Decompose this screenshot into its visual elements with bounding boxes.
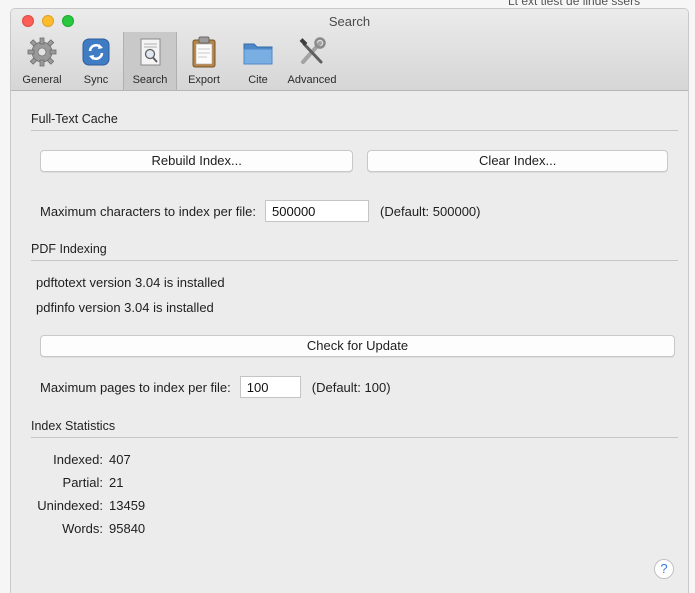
max-chars-row: Maximum characters to index per file: (D… (40, 200, 668, 222)
stat-words-value: 95840 (109, 521, 146, 536)
preferences-toolbar: General Sync Search Export Cite Advanced (15, 32, 339, 90)
background-window-text: Lt ext tiest de linde ssers (508, 0, 641, 8)
stat-partial-label: Partial: (62, 475, 103, 490)
tab-search-label: Search (132, 74, 168, 86)
index-statistics-header: Index Statistics (31, 419, 678, 438)
index-statistics-list: Indexed: 407 Partial: 21 Unindexed: 1345… (11, 448, 668, 540)
clipboard-icon (192, 36, 216, 68)
max-pages-label: Maximum pages to index per file: (40, 379, 231, 395)
pdftotext-status: pdftotext version 3.04 is installed (36, 275, 225, 290)
sync-icon (82, 38, 110, 66)
stat-words-row: Words: 95840 (11, 517, 668, 540)
tab-general[interactable]: General (15, 32, 69, 90)
stat-words-label: Words: (62, 521, 103, 536)
tab-advanced[interactable]: Advanced (285, 32, 339, 90)
pdf-indexing-header: PDF Indexing (31, 242, 678, 261)
max-chars-default: (Default: 500000) (380, 203, 481, 219)
tab-cite[interactable]: Cite (231, 32, 285, 90)
folder-icon (243, 43, 273, 65)
tools-icon (299, 37, 326, 64)
tab-export-label: Export (188, 74, 220, 86)
help-button[interactable]: ? (654, 559, 674, 579)
clear-index-button[interactable]: Clear Index... (367, 150, 668, 172)
cache-buttons: Rebuild Index... Clear Index... (40, 150, 668, 172)
tab-search[interactable]: Search (123, 32, 177, 90)
fulltext-cache-header: Full-Text Cache (31, 112, 678, 131)
stat-partial-value: 21 (109, 475, 124, 490)
search-preferences-pane: Full-Text Cache Rebuild Index... Clear I… (11, 112, 688, 540)
stat-indexed-value: 407 (109, 452, 131, 467)
preferences-window: Search General Sync Search Export Cite A… (10, 8, 689, 593)
stat-unindexed-label: Unindexed: (37, 498, 103, 513)
tab-advanced-label: Advanced (287, 74, 337, 86)
search-icon (140, 38, 161, 66)
tab-cite-label: Cite (248, 74, 268, 86)
title-bar: Search General Sync Search Export Cite A… (11, 9, 688, 91)
stat-unindexed-value: 13459 (109, 498, 146, 513)
stat-partial-row: Partial: 21 (11, 471, 668, 494)
tab-general-label: General (22, 74, 62, 86)
tab-sync-label: Sync (83, 74, 109, 86)
stat-indexed-label: Indexed: (53, 452, 103, 467)
stat-unindexed-row: Unindexed: 13459 (11, 494, 668, 517)
gear-icon (27, 37, 57, 67)
rebuild-index-button[interactable]: Rebuild Index... (40, 150, 354, 172)
tab-sync[interactable]: Sync (69, 32, 123, 90)
stat-indexed-row: Indexed: 407 (11, 448, 668, 471)
tab-export[interactable]: Export (177, 32, 231, 90)
max-chars-label: Maximum characters to index per file: (40, 203, 257, 219)
max-pages-input[interactable] (239, 376, 301, 398)
max-pages-default: (Default: 100) (311, 379, 391, 395)
pdfinfo-status: pdfinfo version 3.04 is installed (36, 300, 214, 315)
max-pages-row: Maximum pages to index per file: (Defaul… (40, 376, 668, 398)
check-for-update-button[interactable]: Check for Update (40, 335, 675, 357)
max-chars-input[interactable] (265, 200, 370, 222)
window-title: Search (328, 14, 371, 29)
